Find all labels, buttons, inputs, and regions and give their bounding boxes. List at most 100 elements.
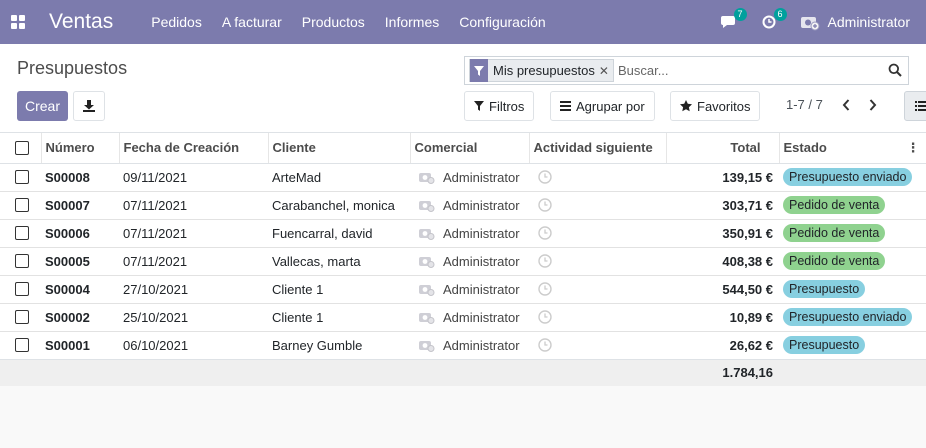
favorites-label: Favoritos bbox=[697, 98, 751, 114]
clock-icon[interactable] bbox=[538, 338, 552, 352]
cell-state: Presupuesto enviado bbox=[779, 162, 926, 191]
clock-icon[interactable] bbox=[538, 170, 552, 184]
salesperson-name: Administrator bbox=[443, 337, 520, 353]
cell-activity bbox=[529, 190, 666, 219]
clock-icon[interactable] bbox=[538, 310, 552, 324]
cell-total: 303,71 € bbox=[666, 190, 779, 219]
col-activity[interactable]: Actividad siguiente bbox=[529, 133, 667, 164]
cell-date: 07/11/2021 bbox=[119, 218, 268, 247]
table-row[interactable]: S00004 27/10/2021 Cliente 1 Administrato… bbox=[0, 274, 926, 303]
status-badge: Pedido de venta bbox=[783, 252, 886, 270]
footer-total: 1.784,16 bbox=[666, 358, 779, 386]
row-checkbox[interactable] bbox=[0, 162, 41, 191]
table-row[interactable]: S00002 25/10/2021 Cliente 1 Administrato… bbox=[0, 302, 926, 331]
table-row[interactable]: S00006 07/11/2021 Fuencarral, david Admi… bbox=[0, 218, 926, 247]
row-checkbox[interactable] bbox=[0, 330, 41, 359]
cell-total: 10,89 € bbox=[666, 302, 779, 331]
clock-icon[interactable] bbox=[538, 254, 552, 268]
groupby-button[interactable]: Agrupar por bbox=[550, 91, 655, 121]
star-icon bbox=[680, 100, 692, 112]
menu-informes[interactable]: Informes bbox=[385, 14, 439, 30]
select-all-checkbox[interactable] bbox=[0, 133, 42, 164]
col-number[interactable]: Número bbox=[41, 133, 120, 164]
clock-icon[interactable] bbox=[538, 226, 552, 240]
optional-columns-icon[interactable]: ⋮ bbox=[907, 140, 920, 156]
cell-customer: ArteMad bbox=[268, 162, 410, 191]
cell-customer: Vallecas, marta bbox=[268, 246, 410, 275]
search-icon[interactable] bbox=[888, 63, 902, 77]
quotations-list: Número Fecha de Creación Cliente Comerci… bbox=[0, 132, 926, 448]
menu-productos[interactable]: Productos bbox=[302, 14, 365, 30]
facet-label: Mis presupuestos bbox=[493, 63, 595, 78]
menu-configuracion[interactable]: Configuración bbox=[459, 14, 545, 30]
cell-salesperson: Administrator bbox=[410, 190, 529, 219]
salesperson-name: Administrator bbox=[443, 169, 520, 185]
cell-number: S00004 bbox=[41, 274, 119, 303]
clock-icon[interactable] bbox=[538, 198, 552, 212]
top-menu: Pedidos A facturar Productos Informes Co… bbox=[151, 14, 565, 30]
search-input[interactable] bbox=[617, 63, 888, 78]
create-button[interactable]: Crear bbox=[17, 91, 68, 121]
menu-a-facturar[interactable]: A facturar bbox=[222, 14, 282, 30]
table-row[interactable]: S00001 06/10/2021 Barney Gumble Administ… bbox=[0, 330, 926, 359]
cell-total: 139,15 € bbox=[666, 162, 779, 191]
status-badge: Presupuesto enviado bbox=[783, 168, 913, 186]
status-badge: Pedido de venta bbox=[783, 196, 886, 214]
list-icon bbox=[915, 101, 926, 111]
menu-pedidos[interactable]: Pedidos bbox=[151, 14, 202, 30]
row-checkbox[interactable] bbox=[0, 302, 41, 331]
col-customer[interactable]: Cliente bbox=[268, 133, 411, 164]
row-checkbox[interactable] bbox=[0, 190, 41, 219]
cell-customer: Cliente 1 bbox=[268, 302, 410, 331]
chevron-right-icon[interactable] bbox=[866, 96, 880, 114]
col-state[interactable]: Estado ⋮ bbox=[779, 133, 926, 164]
row-checkbox[interactable] bbox=[0, 218, 41, 247]
user-menu[interactable]: Administrator bbox=[828, 14, 910, 30]
avatar-icon bbox=[419, 257, 435, 268]
favorites-button[interactable]: Favoritos bbox=[670, 91, 761, 121]
list-view-button[interactable] bbox=[904, 91, 926, 121]
cell-number: S00008 bbox=[41, 162, 119, 191]
cell-date: 06/10/2021 bbox=[119, 330, 268, 359]
col-salesperson[interactable]: Comercial bbox=[410, 133, 530, 164]
quotations-table: Número Fecha de Creación Cliente Comerci… bbox=[0, 133, 926, 386]
cell-customer: Barney Gumble bbox=[268, 330, 410, 359]
filters-label: Filtros bbox=[489, 98, 525, 114]
messages-button[interactable]: 7 bbox=[720, 8, 747, 31]
clock-icon[interactable] bbox=[538, 282, 552, 296]
cell-total: 408,38 € bbox=[666, 246, 779, 275]
filters-button[interactable]: Filtros bbox=[464, 91, 535, 121]
activities-button[interactable]: 6 bbox=[760, 8, 787, 31]
cell-date: 09/11/2021 bbox=[119, 162, 268, 191]
cell-salesperson: Administrator bbox=[410, 218, 529, 247]
cell-state: Presupuesto bbox=[779, 274, 926, 303]
table-row[interactable]: S00007 07/11/2021 Carabanchel, monica Ad… bbox=[0, 190, 926, 219]
filter-icon bbox=[474, 101, 484, 111]
col-date[interactable]: Fecha de Creación bbox=[119, 133, 269, 164]
cell-salesperson: Administrator bbox=[410, 302, 529, 331]
avatar-icon[interactable] bbox=[800, 13, 820, 31]
col-total[interactable]: Total bbox=[666, 133, 780, 164]
list-icon bbox=[560, 101, 571, 111]
chevron-left-icon[interactable] bbox=[839, 96, 853, 114]
app-brand[interactable]: Ventas bbox=[49, 10, 113, 34]
pager-value[interactable]: 1-7 / 7 bbox=[786, 97, 823, 112]
avatar-icon bbox=[419, 341, 435, 352]
main-navbar: Ventas Pedidos A facturar Productos Info… bbox=[0, 0, 926, 44]
cell-state: Pedido de venta bbox=[779, 218, 926, 247]
apps-icon[interactable] bbox=[11, 15, 25, 29]
page-title: Presupuestos bbox=[17, 58, 128, 78]
row-checkbox[interactable] bbox=[0, 246, 41, 275]
table-row[interactable]: S00008 09/11/2021 ArteMad Administrator … bbox=[0, 162, 926, 191]
avatar-icon bbox=[419, 313, 435, 324]
filter-icon bbox=[470, 59, 488, 82]
cell-salesperson: Administrator bbox=[410, 274, 529, 303]
cell-date: 25/10/2021 bbox=[119, 302, 268, 331]
row-checkbox[interactable] bbox=[0, 274, 41, 303]
close-icon[interactable]: ✕ bbox=[599, 64, 609, 78]
search-facet[interactable]: Mis presupuestos ✕ bbox=[469, 59, 614, 82]
avatar-icon bbox=[419, 173, 435, 184]
cell-state: Pedido de venta bbox=[779, 190, 926, 219]
table-row[interactable]: S00005 07/11/2021 Vallecas, marta Admini… bbox=[0, 246, 926, 275]
download-button[interactable] bbox=[73, 91, 105, 121]
